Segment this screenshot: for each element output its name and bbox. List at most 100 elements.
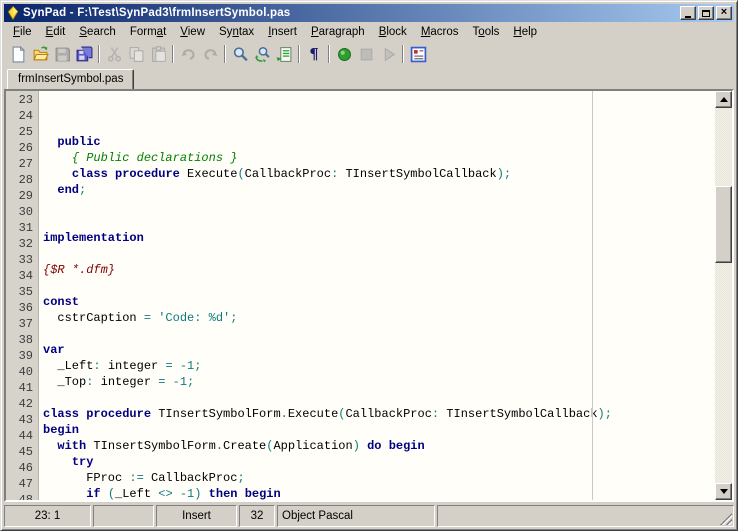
save-all-icon [76, 46, 93, 63]
play-macro-icon [380, 46, 397, 63]
title-bar[interactable]: SynPad - F:\Test\SynPad3\frmInsertSymbol… [4, 4, 734, 22]
status-panel-2 [93, 505, 154, 527]
line-number: 25 [18, 125, 33, 139]
menu-item-format[interactable]: Format [123, 24, 173, 41]
cut-icon [106, 46, 123, 63]
menu-item-block[interactable]: Block [372, 24, 414, 41]
code-line-39[interactable] [43, 390, 715, 406]
resize-grip[interactable] [720, 513, 732, 525]
code-line-28[interactable] [43, 214, 715, 230]
scroll-down-button[interactable] [715, 483, 732, 500]
line-number: 31 [18, 221, 33, 235]
line-number: 42 [18, 397, 33, 411]
record-macro-button[interactable] [333, 43, 355, 65]
code-line-26[interactable]: end; [43, 182, 715, 198]
paste-button [147, 43, 169, 65]
code-line-29[interactable]: implementation [43, 230, 715, 246]
minimize-icon [685, 15, 691, 18]
toolbar-separator [98, 45, 100, 63]
code-line-30[interactable] [43, 246, 715, 262]
new-file-button[interactable] [7, 43, 29, 65]
code-line-38[interactable]: _Top: integer = -1; [43, 374, 715, 390]
minimize-button[interactable] [680, 6, 696, 20]
code-line-43[interactable]: try [43, 454, 715, 470]
code-line-42[interactable]: with TInsertSymbolForm.Create(Applicatio… [43, 438, 715, 454]
code-line-31[interactable]: {$R *.dfm} [43, 262, 715, 278]
menu-item-edit[interactable]: Edit [39, 24, 73, 41]
close-button[interactable]: × [716, 6, 732, 20]
menu-item-macros[interactable]: Macros [414, 24, 466, 41]
code-line-27[interactable] [43, 198, 715, 214]
maximize-button[interactable] [698, 6, 714, 20]
menu-item-search[interactable]: Search [72, 24, 122, 41]
toolbar-separator [224, 45, 226, 63]
code-line-23[interactable]: public [43, 134, 715, 150]
status-bar: 23: 1 Insert 32 Object Pascal [4, 505, 734, 527]
scroll-up-button[interactable] [715, 91, 732, 108]
code-line-25[interactable]: class procedure Execute(CallbackProc: TI… [43, 166, 715, 182]
line-number: 33 [18, 253, 33, 267]
record-macro-icon [336, 46, 353, 63]
line-number: 24 [18, 109, 33, 123]
code-editor-area[interactable]: public { Public declarations } class pro… [39, 91, 715, 500]
toolbar-separator [402, 45, 404, 63]
save-button [51, 43, 73, 65]
options-form-button[interactable] [407, 43, 429, 65]
line-number: 34 [18, 269, 33, 283]
code-line-24[interactable]: { Public declarations } [43, 150, 715, 166]
line-number: 43 [18, 413, 33, 427]
line-number: 48 [18, 493, 33, 502]
menu-item-view[interactable]: View [173, 24, 212, 41]
code-line-45[interactable]: if (_Left <> -1) then begin [43, 486, 715, 500]
toolbar: ¶ [4, 42, 734, 66]
line-number: 45 [18, 445, 33, 459]
line-number: 47 [18, 477, 33, 491]
tab-frminsertsymbol[interactable]: frmInsertSymbol.pas [7, 69, 135, 89]
menu-item-help[interactable]: Help [506, 24, 544, 41]
undo-icon [180, 46, 197, 63]
code-line-35[interactable] [43, 326, 715, 342]
line-number: 38 [18, 333, 33, 347]
menu-item-file[interactable]: File [6, 24, 39, 41]
open-file-button[interactable] [29, 43, 51, 65]
code-line-40[interactable]: class procedure TInsertSymbolForm.Execut… [43, 406, 715, 422]
line-number: 26 [18, 141, 33, 155]
line-number: 40 [18, 365, 33, 379]
find-button[interactable] [229, 43, 251, 65]
redo-icon [202, 46, 219, 63]
code-line-36[interactable]: var [43, 342, 715, 358]
menu-item-paragraph[interactable]: Paragraph [304, 24, 372, 41]
find-in-files-button[interactable] [273, 43, 295, 65]
replace-button[interactable] [251, 43, 273, 65]
copy-button [125, 43, 147, 65]
menu-item-insert[interactable]: Insert [261, 24, 304, 41]
editor: 23 24 25 26 27 28 29 30 31 32 33 34 35 36 37 38 39 40 41 42… [4, 89, 734, 502]
line-number: 46 [18, 461, 33, 475]
scrollbar-track[interactable] [715, 108, 732, 483]
options-form-icon [410, 46, 427, 63]
code-line-37[interactable]: _Left: integer = -1; [43, 358, 715, 374]
code-line-33[interactable]: const [43, 294, 715, 310]
code-line-32[interactable] [43, 278, 715, 294]
menu-item-syntax[interactable]: Syntax [212, 24, 261, 41]
status-caret-position: 23: 1 [4, 505, 91, 527]
scrollbar-thumb[interactable] [715, 186, 732, 263]
status-syntax-name: Object Pascal [277, 505, 435, 527]
line-number: 28 [18, 173, 33, 187]
show-paragraph-marks-button[interactable]: ¶ [303, 43, 325, 65]
undo-button [177, 43, 199, 65]
arrow-down-icon [719, 489, 728, 494]
code-line-44[interactable]: FProc := CallbackProc; [43, 470, 715, 486]
menu-item-tools[interactable]: Tools [466, 24, 507, 41]
line-number: 23 [18, 93, 33, 107]
vertical-scrollbar[interactable] [715, 91, 732, 500]
paste-icon [150, 45, 167, 63]
window-title: SynPad - F:\Test\SynPad3\frmInsertSymbol… [23, 7, 291, 19]
code-line-34[interactable]: cstrCaption = 'Code: %d'; [43, 310, 715, 326]
code-line-41[interactable]: begin [43, 422, 715, 438]
play-macro-button [377, 43, 399, 65]
save-all-button[interactable] [73, 43, 95, 65]
app-window: SynPad - F:\Test\SynPad3\frmInsertSymbol… [0, 0, 738, 531]
find-icon [232, 46, 249, 63]
line-number: 44 [18, 429, 33, 443]
